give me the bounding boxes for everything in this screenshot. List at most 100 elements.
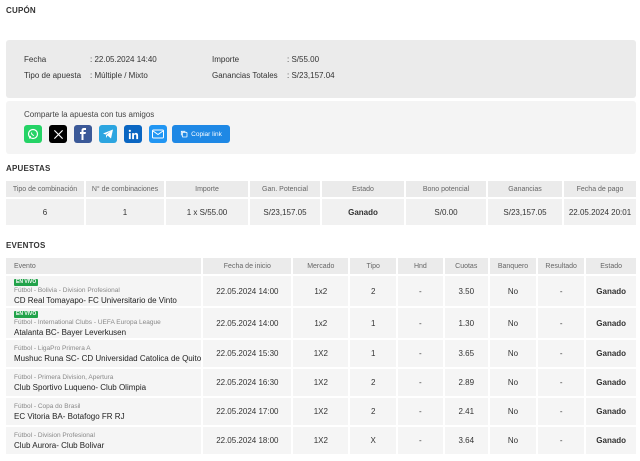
eventos-title: EVENTOS [6,241,46,250]
eventos-header-resultado: Resultado [536,258,585,274]
event-cell-estado: Ganado [584,338,636,367]
event-match: Atalanta BC- Bayer Leverkusen [14,328,127,337]
event-match: CD Real Tomayapo- FC Universitario de Vi… [14,296,177,305]
eventos-header-row: Evento Fecha de inicio Mercado Tipo Hnd … [6,258,636,274]
tipo-apuesta-label: Tipo de apuesta [24,71,82,80]
event-cell-mercado: 1x2 [291,274,349,306]
apuestas-cell-fecha-pago: 22.05.2024 20:01 [562,197,636,225]
x-icon [53,129,63,139]
copy-icon [181,130,188,138]
email-share-button[interactable] [149,125,167,143]
eventos-table: Evento Fecha de inicio Mercado Tipo Hnd … [6,258,636,454]
event-cell-fecha: 22.05.2024 18:00 [201,425,292,454]
apuestas-header-ganancias: Ganancias [486,181,562,197]
event-cell-fecha: 22.05.2024 14:00 [201,274,292,306]
apuestas-cell-bono: S/0.00 [404,197,486,225]
cupon-title: CUPÓN [6,6,36,15]
apuestas-header-importe: Importe [164,181,248,197]
share-panel: Comparte la apuesta con tus amigos Copia… [6,101,636,154]
event-cell: Fútbol - LigaPro Primera A Mushuc Runa SC… [6,338,202,367]
event-cell-banquero: No [487,367,537,396]
event-cell-resultado: - [536,367,585,396]
whatsapp-icon [27,128,39,140]
apuestas-row: 6 1 1 x S/55.00 S/23,157.05 Ganado S/0.0… [6,197,636,225]
event-cell: EN VIVO Fútbol - Bolivia - Division Profe… [6,274,202,306]
event-cell-estado: Ganado [584,367,636,396]
ganancias-totales-label: Ganancias Totales [212,71,278,80]
importe-value: : S/55.00 [287,55,320,64]
event-cell-mercado: 1X2 [291,367,349,396]
apuestas-cell-num: 1 [84,197,164,225]
event-cell-banquero: No [487,338,537,367]
event-cell-mercado: 1X2 [291,396,349,425]
event-league: Fútbol - Bolivia - Division Profesional [14,287,120,294]
event-cell-resultado: - [536,396,585,425]
event-row: Fútbol - LigaPro Primera A Mushuc Runa SC… [6,338,636,367]
eventos-header-hnd: Hnd [396,258,443,274]
event-cell-mercado: 1x2 [291,306,349,338]
eventos-header-fecha: Fecha de inicio [201,258,292,274]
telegram-icon [103,129,113,139]
share-text: Comparte la apuesta con tus amigos [24,110,155,119]
x-share-button[interactable] [49,125,67,143]
event-league: Fútbol - LigaPro Primera A [14,344,91,352]
event-cell-estado: Ganado [584,425,636,454]
event-cell: Fútbol - Copa do Brasil EC Vitoria BA- Bo… [6,396,202,425]
event-cell-cuota: 3.65 [442,338,488,367]
copy-link-button[interactable]: Copiar link [172,125,230,143]
event-cell-tipo: 2 [348,367,397,396]
apuestas-table: Tipo de combinación N° de combinaciones … [6,181,636,225]
event-cell-mercado: 1X2 [291,338,349,367]
apuestas-cell-importe: 1 x S/55.00 [164,197,248,225]
whatsapp-share-button[interactable] [24,125,42,143]
live-badge: EN VIVO [14,311,39,318]
apuestas-header-gan-potencial: Gan. Potencial [248,181,320,197]
eventos-header-cuotas: Cuotas [442,258,488,274]
apuestas-header-num: N° de combinaciones [84,181,164,197]
ganancias-totales-value: : S/23,157.04 [287,71,335,80]
event-cell-cuota: 3.64 [442,425,488,454]
event-row: Fútbol - Primera Division, Apertura Club … [6,367,636,396]
event-cell-cuota: 1.30 [442,306,488,338]
event-cell-tipo: X [348,425,397,454]
live-badge: EN VIVO [14,279,39,286]
event-cell-estado: Ganado [584,306,636,338]
eventos-header-estado: Estado [584,258,636,274]
event-cell-resultado: - [536,338,585,367]
telegram-share-button[interactable] [99,125,117,143]
fecha-value: : 22.05.2024 14:40 [90,55,157,64]
event-cell-estado: Ganado [584,274,636,306]
eventos-header-tipo: Tipo [348,258,397,274]
event-cell-hnd: - [396,338,443,367]
event-league: Fútbol - Primera Division, Apertura [14,373,114,381]
event-cell-hnd: - [396,396,443,425]
event-match: Club Sportivo Luqueno- Club Olimpia [14,382,147,392]
event-cell-resultado: - [536,274,585,306]
event-row: Fútbol - Copa do Brasil EC Vitoria BA- Bo… [6,396,636,425]
eventos-header-evento: Evento [6,258,202,274]
event-cell-fecha: 22.05.2024 16:30 [201,367,292,396]
event-cell-fecha: 22.05.2024 17:00 [201,396,292,425]
apuestas-cell-estado: Ganado [320,197,404,225]
event-cell-tipo: 1 [348,338,397,367]
event-match: Club Aurora- Club Bolivar [14,440,105,450]
event-cell-hnd: - [396,274,443,306]
apuestas-title: APUESTAS [6,164,51,173]
linkedin-icon [128,129,138,139]
apuestas-header-bono: Bono potencial [404,181,486,197]
facebook-icon [80,128,86,140]
event-cell-tipo: 2 [348,274,397,306]
facebook-share-button[interactable] [74,125,92,143]
event-cell-fecha: 22.05.2024 14:00 [201,306,292,338]
apuestas-cell-tipo: 6 [6,197,84,225]
event-cell-estado: Ganado [584,396,636,425]
event-cell-resultado: - [536,425,585,454]
event-cell-mercado: 1X2 [291,425,349,454]
linkedin-share-button[interactable] [124,125,142,143]
event-row: Fútbol - Division Profesional Club Aurora… [6,425,636,454]
event-cell: Fútbol - Primera Division, Apertura Club … [6,367,202,396]
event-cell-hnd: - [396,367,443,396]
apuestas-header-row: Tipo de combinación N° de combinaciones … [6,181,636,197]
event-cell-tipo: 1 [348,306,397,338]
eventos-header-banquero: Banquero [487,258,537,274]
